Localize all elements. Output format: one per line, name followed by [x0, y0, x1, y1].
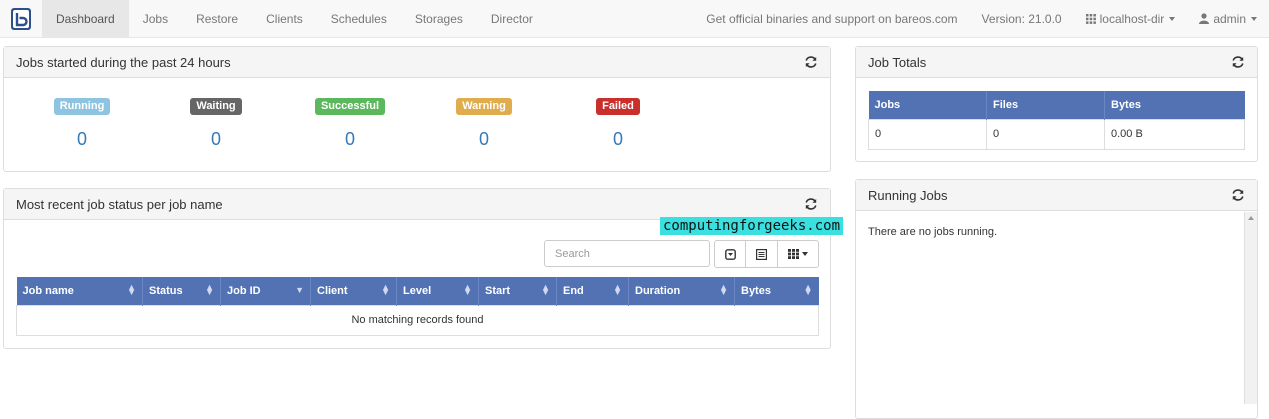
collapse-icon	[724, 248, 736, 260]
nav-storages[interactable]: Storages	[401, 0, 477, 38]
column-header[interactable]: Status ▲ ▼	[142, 277, 221, 305]
refresh-icon[interactable]	[1231, 188, 1245, 202]
version-label: Version: 21.0.0	[981, 11, 1062, 26]
panel-title: Most recent job status per job name	[16, 196, 223, 212]
running-empty-message: There are no jobs running.	[868, 226, 998, 238]
sort-icon: ▲ ▼	[719, 282, 728, 297]
panel-heading: Job Totals	[856, 47, 1257, 78]
panel-heading: Running Jobs	[856, 180, 1257, 211]
status-count[interactable]: 0	[578, 129, 658, 150]
column-header: Files	[986, 91, 1105, 119]
top-navbar: Dashboard Jobs Restore Clients Schedules…	[0, 0, 1269, 38]
status-count[interactable]: 0	[176, 129, 256, 150]
nav-jobs[interactable]: Jobs	[129, 0, 182, 38]
status-failed: Failed 0	[578, 98, 658, 150]
bareos-logo[interactable]	[0, 0, 42, 38]
nav-clients[interactable]: Clients	[252, 0, 317, 38]
status-count[interactable]: 0	[444, 129, 524, 150]
sort-icon: ▲ ▼	[541, 282, 550, 297]
status-badge[interactable]: Running	[53, 98, 111, 115]
watermark-label: computingforgeeks.com	[660, 217, 844, 235]
director-dropdown[interactable]: localhost-dir	[1074, 0, 1188, 38]
panel-title: Running Jobs	[868, 187, 948, 203]
user-icon	[1199, 13, 1210, 24]
status-waiting: Waiting 0	[176, 98, 256, 150]
total-bytes: 0.00 B	[1104, 118, 1245, 150]
status-badge[interactable]: Warning	[456, 98, 512, 115]
sort-icon: ▲ ▼	[205, 282, 214, 297]
column-header[interactable]: Job ID ▼	[220, 277, 311, 305]
running-jobs-panel: Running Jobs There are no jobs running.	[855, 179, 1258, 419]
panel-heading: Jobs started during the past 24 hours	[4, 47, 830, 78]
nav-dashboard[interactable]: Dashboard	[42, 0, 129, 38]
column-header[interactable]: Bytes ▲ ▼	[734, 277, 819, 305]
column-header[interactable]: End ▲ ▼	[556, 277, 629, 305]
status-badge[interactable]: Successful	[314, 98, 386, 115]
table-row: 0 0 0.00 B	[868, 118, 1245, 150]
total-jobs: 0	[868, 118, 987, 150]
status-successful: Successful 0	[310, 98, 390, 150]
scroll-up-icon[interactable]	[1248, 216, 1254, 220]
nav-restore[interactable]: Restore	[182, 0, 252, 38]
sort-icon: ▲ ▼	[613, 282, 622, 297]
status-badge[interactable]: Waiting	[190, 98, 242, 115]
grid-icon	[1085, 13, 1096, 24]
chevron-down-icon	[1169, 16, 1176, 21]
chevron-down-icon	[802, 252, 808, 256]
status-count[interactable]: 0	[42, 129, 122, 150]
toggle-view-button[interactable]	[745, 240, 778, 268]
column-header[interactable]: Client ▲ ▼	[310, 277, 397, 305]
column-header[interactable]: Start ▲ ▼	[478, 277, 557, 305]
total-files: 0	[986, 118, 1105, 150]
nav-director[interactable]: Director	[477, 0, 547, 38]
columns-icon	[788, 249, 799, 259]
recent-jobs-panel: Most recent job status per job name Sear…	[3, 188, 831, 349]
panel-heading: Most recent job status per job name	[4, 189, 830, 220]
panel-title: Jobs started during the past 24 hours	[16, 54, 231, 70]
sort-icon: ▲ ▼	[127, 282, 136, 297]
status-badge[interactable]: Failed	[596, 98, 640, 115]
status-count[interactable]: 0	[310, 129, 390, 150]
columns-dropdown-button[interactable]	[777, 240, 819, 268]
refresh-icon[interactable]	[804, 55, 818, 69]
column-header: Jobs	[868, 91, 987, 119]
sort-icon: ▲ ▼	[381, 282, 390, 297]
jobs-24h-panel: Jobs started during the past 24 hours Ru…	[3, 46, 831, 172]
job-totals-panel: Job Totals Jobs Files Bytes 0 0 0.00 B	[855, 46, 1258, 162]
scrollbar[interactable]	[1244, 212, 1257, 404]
empty-message: No matching records found	[16, 304, 819, 336]
column-header: Bytes	[1104, 91, 1245, 119]
sort-icon: ▼	[295, 285, 304, 295]
job-totals-table: Jobs Files Bytes 0 0 0.00 B	[868, 91, 1245, 150]
list-icon	[756, 248, 767, 260]
table-row: No matching records found	[16, 304, 819, 336]
refresh-icon[interactable]	[804, 197, 818, 211]
sort-icon: ▲ ▼	[803, 282, 813, 297]
search-input[interactable]: Search	[544, 240, 710, 267]
user-dropdown[interactable]: admin	[1187, 0, 1269, 38]
panel-title: Job Totals	[868, 54, 927, 70]
column-header[interactable]: Level ▲ ▼	[396, 277, 479, 305]
refresh-icon[interactable]	[1231, 55, 1245, 69]
status-warning: Warning 0	[444, 98, 524, 150]
support-link[interactable]: Get official binaries and support on bar…	[694, 0, 969, 38]
nav-schedules[interactable]: Schedules	[317, 0, 401, 38]
user-name: admin	[1213, 11, 1246, 26]
recent-jobs-table: Job name ▲ ▼ Status ▲ ▼ Job ID ▼ Client ▲ ▼ Lev…	[16, 277, 819, 336]
column-header[interactable]: Job name ▲ ▼	[16, 277, 143, 305]
director-name: localhost-dir	[1099, 11, 1165, 26]
column-header[interactable]: Duration ▲ ▼	[628, 277, 735, 305]
sort-icon: ▲ ▼	[463, 282, 472, 297]
toggle-pagination-button[interactable]	[714, 240, 746, 268]
status-running: Running 0	[42, 98, 122, 150]
chevron-down-icon	[1251, 16, 1257, 21]
